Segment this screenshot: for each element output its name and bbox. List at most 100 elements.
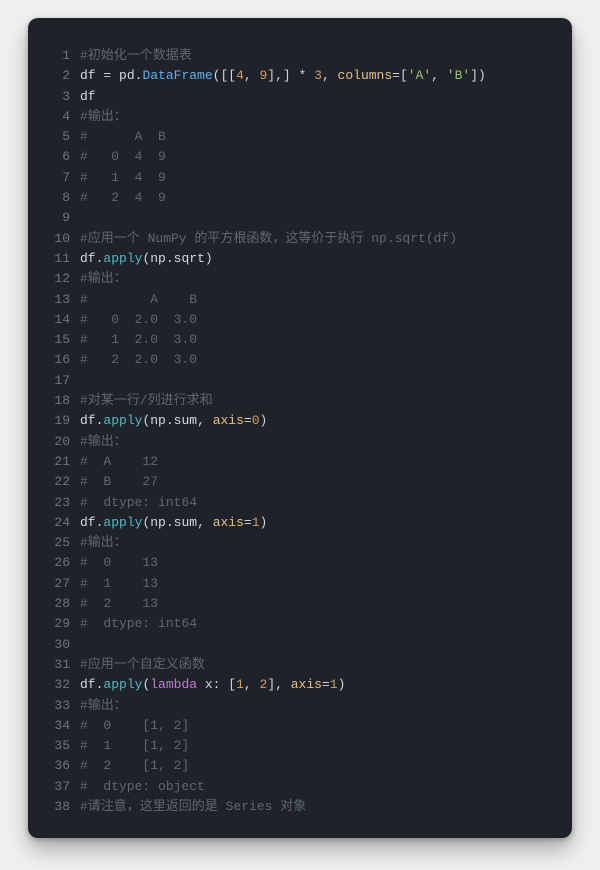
line-number: 26 bbox=[28, 553, 80, 573]
line-number: 9 bbox=[28, 208, 80, 228]
token-op: ) bbox=[260, 413, 268, 428]
token-str: 'B' bbox=[447, 68, 470, 83]
token-op: , bbox=[197, 413, 213, 428]
line-number: 2 bbox=[28, 66, 80, 86]
code-line: 12#输出： bbox=[28, 269, 572, 289]
code-line: 25#输出： bbox=[28, 533, 572, 553]
token-ident: df bbox=[80, 89, 96, 104]
token-ident: df bbox=[80, 413, 96, 428]
token-comment: # A B bbox=[80, 129, 166, 144]
line-number: 28 bbox=[28, 594, 80, 614]
code-line: 15# 1 2.0 3.0 bbox=[28, 330, 572, 350]
token-op: , bbox=[197, 515, 213, 530]
line-number: 8 bbox=[28, 188, 80, 208]
token-op: ) bbox=[205, 251, 213, 266]
token-ident: np bbox=[150, 515, 166, 530]
line-content: # A 12 bbox=[80, 452, 572, 472]
line-number: 21 bbox=[28, 452, 80, 472]
token-ident: df bbox=[80, 677, 96, 692]
token-attr: apply bbox=[103, 677, 142, 692]
line-content: df.apply(np.sqrt) bbox=[80, 249, 572, 269]
line-content: #应用一个 NumPy 的平方根函数，这等价于执行 np.sqrt(df) bbox=[80, 229, 572, 249]
line-number: 23 bbox=[28, 493, 80, 513]
code-line: 24df.apply(np.sum, axis=1) bbox=[28, 513, 572, 533]
token-comment: #输出： bbox=[80, 109, 127, 124]
token-op: = bbox=[322, 677, 330, 692]
line-content: #初始化一个数据表 bbox=[80, 46, 572, 66]
line-number: 33 bbox=[28, 696, 80, 716]
token-ident: sqrt bbox=[174, 251, 205, 266]
line-content: df bbox=[80, 87, 572, 107]
line-number: 37 bbox=[28, 777, 80, 797]
token-ident: pd bbox=[119, 68, 135, 83]
code-line: 31#应用一个自定义函数 bbox=[28, 655, 572, 675]
token-op: ) bbox=[338, 677, 346, 692]
token-num: 1 bbox=[252, 515, 260, 530]
token-comment: # 1 4 9 bbox=[80, 170, 166, 185]
token-comment: #输出： bbox=[80, 535, 127, 550]
code-line: 10#应用一个 NumPy 的平方根函数，这等价于执行 np.sqrt(df) bbox=[28, 229, 572, 249]
line-number: 15 bbox=[28, 330, 80, 350]
token-param: columns bbox=[338, 68, 393, 83]
code-line: 36# 2 [1, 2] bbox=[28, 756, 572, 776]
token-op: = bbox=[244, 515, 252, 530]
code-line: 29# dtype: int64 bbox=[28, 614, 572, 634]
code-editor-card: 1#初始化一个数据表2df = pd.DataFrame([[4, 9],] *… bbox=[28, 18, 572, 838]
code-line: 13# A B bbox=[28, 290, 572, 310]
token-num: 4 bbox=[236, 68, 244, 83]
line-content: # 2 2.0 3.0 bbox=[80, 350, 572, 370]
line-number: 30 bbox=[28, 635, 80, 655]
line-number: 14 bbox=[28, 310, 80, 330]
code-line: 38#请注意，这里返回的是 Series 对象 bbox=[28, 797, 572, 817]
code-line: 33#输出： bbox=[28, 696, 572, 716]
code-line: 30 bbox=[28, 635, 572, 655]
line-content: df.apply(np.sum, axis=0) bbox=[80, 411, 572, 431]
token-comment: #应用一个自定义函数 bbox=[80, 657, 205, 672]
token-comment: #对某一行/列进行求和 bbox=[80, 393, 213, 408]
token-comment: # 2 [1, 2] bbox=[80, 758, 189, 773]
code-line: 35# 1 [1, 2] bbox=[28, 736, 572, 756]
token-ident: df bbox=[80, 251, 96, 266]
line-content: # 0 13 bbox=[80, 553, 572, 573]
line-content: #应用一个自定义函数 bbox=[80, 655, 572, 675]
token-comment: #应用一个 NumPy 的平方根函数，这等价于执行 np.sqrt(df) bbox=[80, 231, 457, 246]
line-content: # 0 [1, 2] bbox=[80, 716, 572, 736]
line-number: 17 bbox=[28, 371, 80, 391]
line-number: 29 bbox=[28, 614, 80, 634]
line-number: 11 bbox=[28, 249, 80, 269]
code-line: 16# 2 2.0 3.0 bbox=[28, 350, 572, 370]
line-content: #请注意，这里返回的是 Series 对象 bbox=[80, 797, 572, 817]
line-content: #对某一行/列进行求和 bbox=[80, 391, 572, 411]
line-number: 20 bbox=[28, 432, 80, 452]
token-comment: #输出： bbox=[80, 698, 127, 713]
token-attr: apply bbox=[103, 413, 142, 428]
token-comment: # A 12 bbox=[80, 454, 158, 469]
code-line: 1#初始化一个数据表 bbox=[28, 46, 572, 66]
token-ident: df bbox=[80, 515, 96, 530]
code-block: 1#初始化一个数据表2df = pd.DataFrame([[4, 9],] *… bbox=[28, 46, 572, 817]
token-comment: #输出： bbox=[80, 271, 127, 286]
line-content: #输出： bbox=[80, 107, 572, 127]
line-number: 3 bbox=[28, 87, 80, 107]
line-content: #输出： bbox=[80, 533, 572, 553]
token-comment: # dtype: int64 bbox=[80, 616, 197, 631]
code-line: 7# 1 4 9 bbox=[28, 168, 572, 188]
token-ident: np bbox=[150, 251, 166, 266]
token-comment: # 0 4 9 bbox=[80, 149, 166, 164]
token-comment: # 0 2.0 3.0 bbox=[80, 312, 197, 327]
token-attr: apply bbox=[103, 515, 142, 530]
line-number: 7 bbox=[28, 168, 80, 188]
token-op: = bbox=[244, 413, 252, 428]
token-op: , bbox=[244, 677, 260, 692]
token-param: axis bbox=[291, 677, 322, 692]
line-number: 16 bbox=[28, 350, 80, 370]
code-line: 4#输出： bbox=[28, 107, 572, 127]
code-line: 2df = pd.DataFrame([[4, 9],] * 3, column… bbox=[28, 66, 572, 86]
code-line: 3df bbox=[28, 87, 572, 107]
line-content: # dtype: int64 bbox=[80, 614, 572, 634]
line-number: 32 bbox=[28, 675, 80, 695]
code-line: 22# B 27 bbox=[28, 472, 572, 492]
token-comment: # 0 13 bbox=[80, 555, 158, 570]
line-content: #输出： bbox=[80, 432, 572, 452]
token-comment: #初始化一个数据表 bbox=[80, 48, 192, 63]
